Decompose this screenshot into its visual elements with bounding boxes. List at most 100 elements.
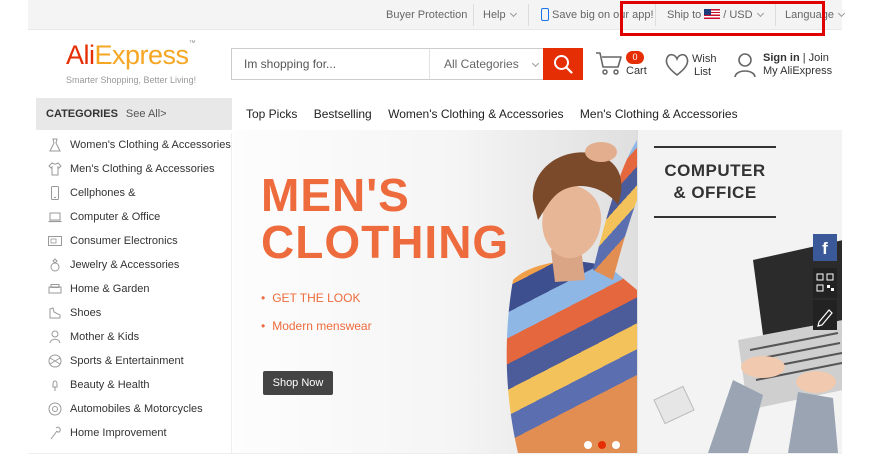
pencil-icon bbox=[817, 309, 833, 327]
lipstick-icon bbox=[52, 380, 58, 391]
logo-text-ali: Ali bbox=[66, 40, 95, 70]
nav-top-picks[interactable]: Top Picks bbox=[246, 107, 297, 121]
app-promo-label: Save big on our app! bbox=[552, 9, 654, 21]
my-aliexpress-link[interactable]: My AliExpress bbox=[763, 65, 832, 78]
dress-icon bbox=[49, 138, 61, 152]
categories-header: CATEGORIES See All> bbox=[36, 98, 232, 130]
category-label: Shoes bbox=[70, 307, 102, 319]
facebook-share-button[interactable]: f bbox=[813, 234, 837, 261]
main-nav: Top Picks Bestselling Women's Clothing &… bbox=[246, 98, 751, 130]
category-label: Home & Garden bbox=[70, 283, 150, 295]
feedback-button[interactable] bbox=[813, 300, 837, 330]
hero-title: MEN'S CLOTHING bbox=[261, 172, 509, 266]
ship-to-label: Ship to bbox=[667, 9, 702, 21]
divider bbox=[775, 4, 776, 26]
search-icon bbox=[554, 55, 573, 74]
logo-tagline: Smarter Shopping, Better Living! bbox=[66, 75, 197, 85]
category-label: Beauty & Health bbox=[70, 379, 150, 391]
category-label: Women's Clothing & Accessories bbox=[70, 139, 231, 151]
shop-now-button[interactable]: Shop Now bbox=[263, 371, 333, 395]
app-promo-link[interactable]: Save big on our app! bbox=[541, 0, 654, 30]
shoe-icon bbox=[49, 307, 61, 319]
laptop-icon bbox=[48, 212, 62, 223]
cart-label: Cart bbox=[626, 65, 647, 77]
tv-icon bbox=[48, 236, 62, 246]
currency-label: / USD bbox=[723, 9, 753, 21]
qr-code-button[interactable] bbox=[813, 268, 837, 298]
ship-to-currency-menu[interactable]: Ship to / USD bbox=[667, 0, 764, 30]
language-menu[interactable]: Language bbox=[785, 0, 845, 30]
nav-mens-clothing[interactable]: Men's Clothing & Accessories bbox=[580, 107, 738, 121]
ball-icon bbox=[48, 354, 62, 368]
help-label: Help bbox=[483, 9, 506, 21]
search-button[interactable] bbox=[543, 48, 583, 80]
chevron-down-icon bbox=[756, 9, 764, 18]
search-bar: All Categories bbox=[231, 48, 583, 80]
baby-icon bbox=[49, 330, 61, 344]
user-icon[interactable] bbox=[734, 52, 756, 78]
category-label: Computer & Office bbox=[70, 211, 161, 223]
divider bbox=[655, 4, 656, 26]
page-bottom-edge bbox=[28, 453, 842, 467]
see-all-link[interactable]: See All> bbox=[126, 108, 167, 120]
hero-banner[interactable]: MEN'S CLOTHING GET THE LOOK Modern mensw… bbox=[233, 130, 637, 453]
aliexpress-logo[interactable]: AliExpress™ bbox=[66, 40, 196, 71]
buyer-protection-link[interactable]: Buyer Protection bbox=[386, 0, 467, 30]
hero-title-line2: CLOTHING bbox=[261, 216, 510, 268]
category-label: Mother & Kids bbox=[70, 331, 140, 343]
chevron-down-icon bbox=[509, 9, 517, 18]
sign-in-link[interactable]: Sign in bbox=[763, 52, 800, 64]
carousel-dot-3[interactable] bbox=[612, 441, 620, 449]
mobile-phone-icon bbox=[541, 8, 549, 21]
page-frame: Buyer Protection Help Save big on our ap… bbox=[28, 0, 845, 467]
category-label: Cellphones & bbox=[70, 187, 136, 199]
language-label: Language bbox=[785, 9, 834, 21]
logo-text-express: Express bbox=[94, 40, 190, 70]
logo-trademark: ™ bbox=[188, 40, 196, 47]
account-links: Sign in | Join My AliExpress bbox=[763, 52, 832, 78]
phone-icon bbox=[51, 186, 59, 200]
tools-icon bbox=[50, 426, 61, 440]
category-label: Automobiles & Motorcycles bbox=[70, 403, 203, 415]
qr-code-icon bbox=[816, 273, 834, 292]
join-link[interactable]: Join bbox=[809, 52, 829, 64]
cart-count-badge: 0 bbox=[626, 51, 644, 64]
laptop-illustration bbox=[653, 240, 842, 453]
us-flag-icon bbox=[704, 9, 721, 19]
divider bbox=[473, 4, 474, 26]
ring-icon bbox=[50, 258, 60, 272]
sofa-icon bbox=[48, 284, 62, 294]
category-label: Men's Clothing & Accessories bbox=[70, 163, 215, 175]
nav-bestselling[interactable]: Bestselling bbox=[314, 107, 372, 121]
category-label: Sports & Entertainment bbox=[70, 355, 184, 367]
hero-bullet-2: Modern menswear bbox=[261, 319, 371, 333]
cart-button[interactable]: 0 Cart bbox=[595, 50, 655, 80]
wheel-icon bbox=[48, 402, 62, 416]
carousel-dot-2[interactable] bbox=[598, 441, 606, 449]
chevron-down-icon bbox=[837, 9, 845, 18]
shirt-icon bbox=[48, 162, 62, 176]
category-label: Consumer Electronics bbox=[70, 235, 178, 247]
help-menu[interactable]: Help bbox=[483, 0, 517, 30]
category-label: Home Improvement bbox=[70, 427, 167, 439]
nav-womens-clothing[interactable]: Women's Clothing & Accessories bbox=[388, 107, 563, 121]
categories-title: CATEGORIES bbox=[46, 108, 118, 120]
computer-office-banner[interactable]: COMPUTER & OFFICE bbox=[637, 130, 842, 453]
category-select[interactable]: All Categories bbox=[429, 49, 543, 79]
join-separator: | bbox=[799, 52, 809, 64]
hero-bullet-1: GET THE LOOK bbox=[261, 291, 360, 305]
facebook-icon: f bbox=[822, 239, 828, 258]
heart-icon[interactable] bbox=[664, 52, 690, 78]
category-label: Jewelry & Accessories bbox=[70, 259, 180, 271]
wish-list-label-line1: Wish bbox=[692, 53, 717, 65]
top-utility-bar: Buyer Protection Help Save big on our ap… bbox=[28, 0, 845, 30]
wish-list-label-line2: List bbox=[694, 66, 712, 78]
category-select-label: All Categories bbox=[444, 57, 519, 71]
wish-list-link[interactable]: Wish List bbox=[692, 53, 724, 79]
category-sidebar: Women's Clothing & Accessories Men's Clo… bbox=[36, 133, 232, 453]
search-input[interactable] bbox=[232, 49, 428, 79]
shopping-cart-icon bbox=[596, 52, 622, 75]
carousel-indicators bbox=[584, 436, 626, 453]
divider bbox=[528, 4, 529, 26]
carousel-dot-1[interactable] bbox=[584, 441, 592, 449]
